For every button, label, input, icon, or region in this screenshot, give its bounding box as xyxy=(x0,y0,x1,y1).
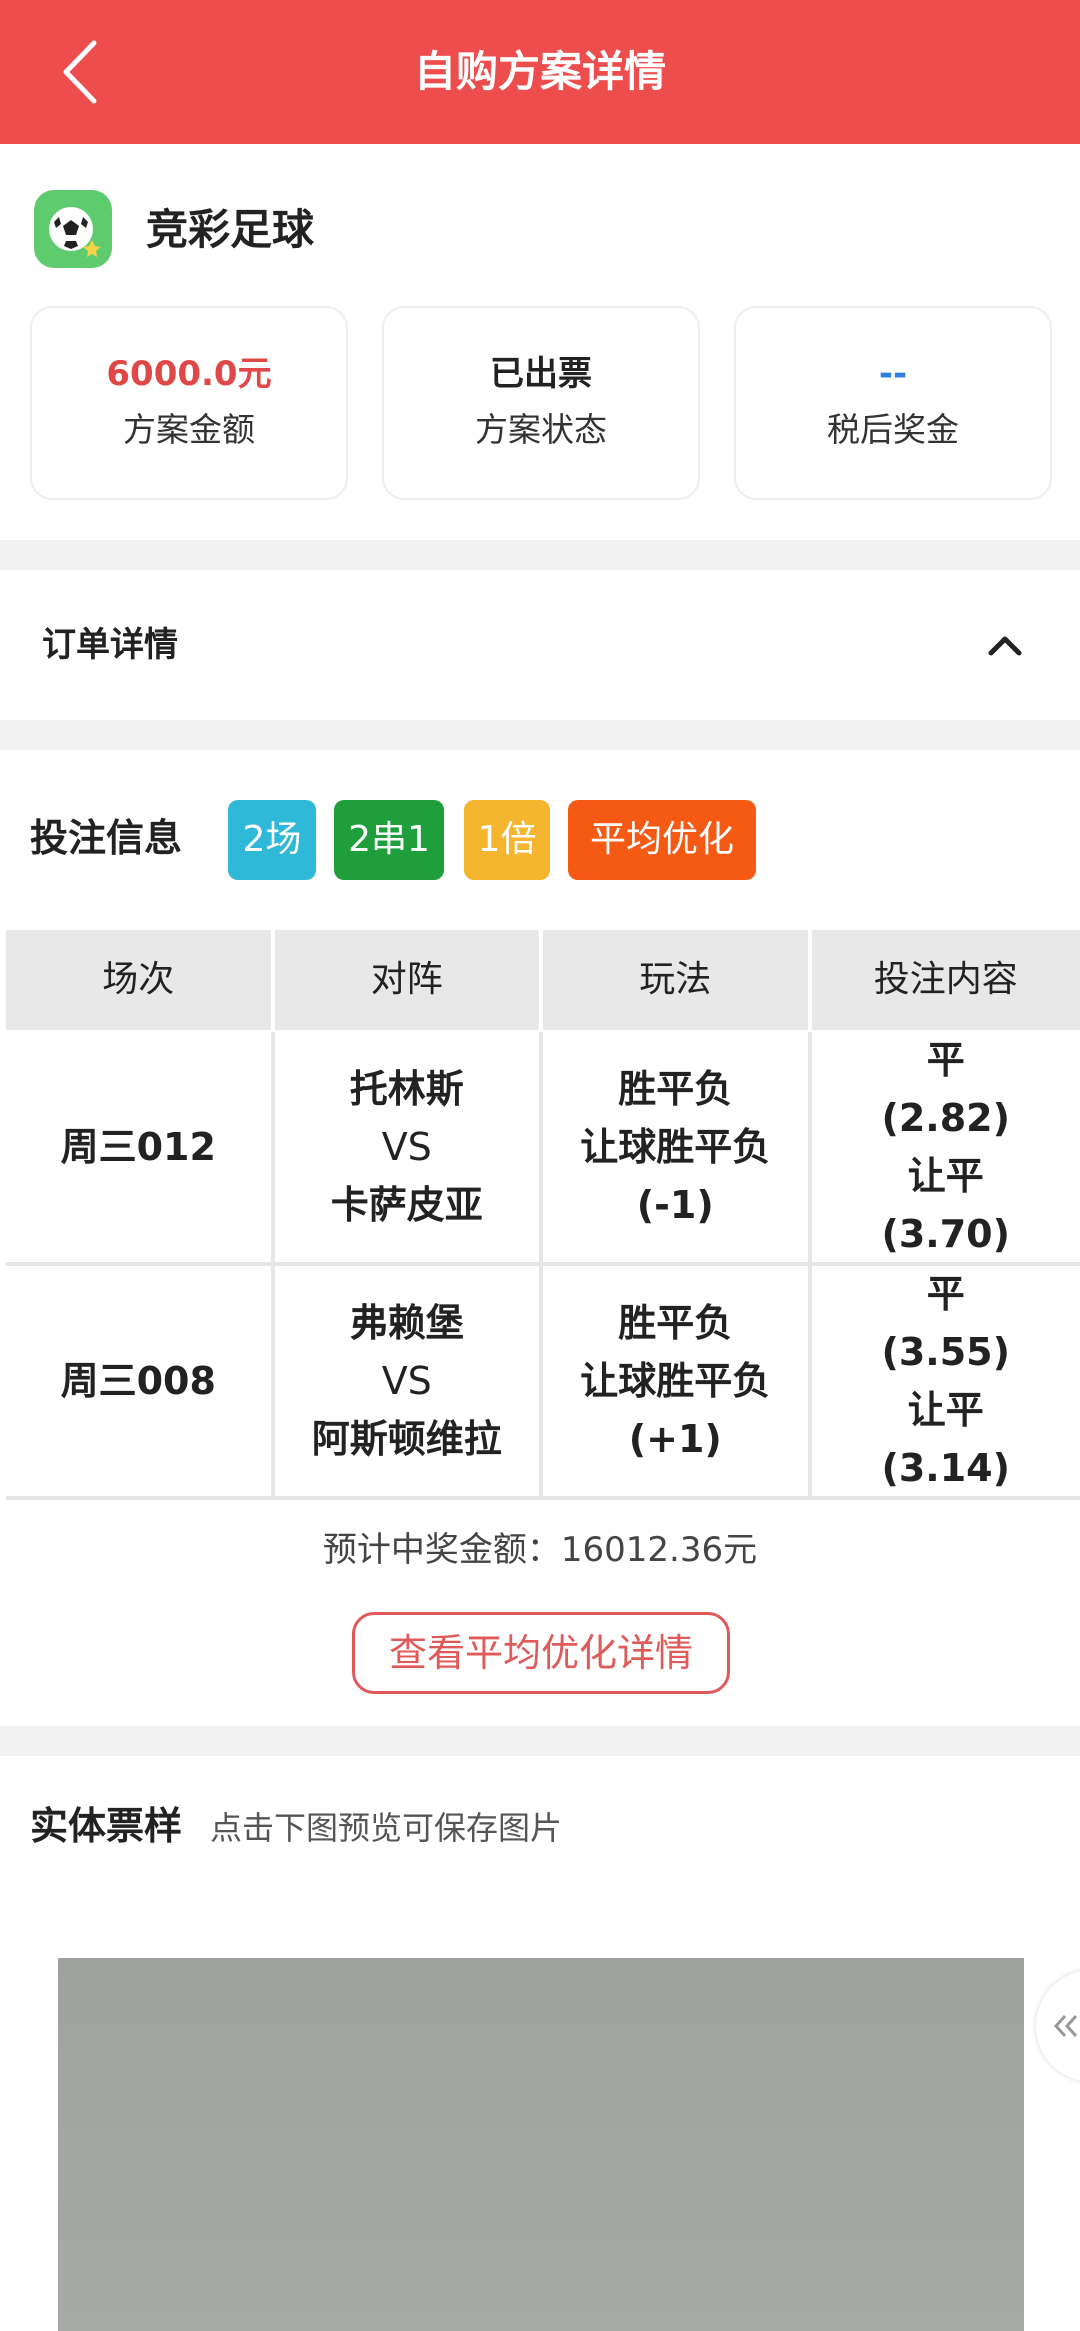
ticket-image[interactable] xyxy=(58,1958,1024,2331)
plan-amount-box: 6000.0元 方案金额 xyxy=(30,306,348,500)
play-type: 胜平负 让球胜平负 (+1) xyxy=(543,1266,812,1496)
plan-status-box: 已出票 方案状态 xyxy=(382,306,700,500)
tag-matches: 2场 xyxy=(228,800,316,880)
after-tax-prize-label: 税后奖金 xyxy=(827,410,959,449)
after-tax-prize-value: -- xyxy=(878,354,908,394)
view-optimization-details-button[interactable]: 查看平均优化详情 xyxy=(352,1612,730,1694)
bet-info-card: 投注信息 2场 2串1 1倍 平均优化 场次 对阵 玩法 投注内容 周三012 … xyxy=(0,750,1080,1726)
match-no: 周三012 xyxy=(6,1032,275,1262)
home-team: 托林斯 xyxy=(349,1067,464,1111)
match-no: 周三008 xyxy=(6,1266,275,1496)
fixture: 托林斯 VS 卡萨皮亚 xyxy=(275,1032,543,1262)
col-play-type: 玩法 xyxy=(543,930,812,1030)
plan-status-label: 方案状态 xyxy=(475,410,607,449)
vs-label: VS xyxy=(381,1125,432,1169)
plan-amount-value: 6000.0元 xyxy=(106,354,272,394)
page-title: 自购方案详情 xyxy=(413,47,666,96)
fixture: 弗赖堡 VS 阿斯顿维拉 xyxy=(275,1266,543,1496)
top-nav-bar: 自购方案详情 xyxy=(0,0,1080,144)
tag-multiple: 1倍 xyxy=(464,800,550,880)
ticket-sample-hint: 点击下图预览可保存图片 xyxy=(210,1809,563,1847)
plan-amount-label: 方案金额 xyxy=(123,410,255,449)
vs-label: VS xyxy=(381,1359,432,1403)
bet-info-title: 投注信息 xyxy=(30,816,183,860)
table-row: 周三008 弗赖堡 VS 阿斯顿维拉 胜平负 让球胜平负 (+1) 平 (3.5… xyxy=(6,1266,1080,1500)
bet-table-header: 场次 对阵 玩法 投注内容 xyxy=(6,930,1080,1030)
bet-content: 平 (3.55) 让平 (3.14) xyxy=(881,1272,1010,1490)
col-fixture: 对阵 xyxy=(275,930,543,1030)
tag-optimization: 平均优化 xyxy=(568,800,756,880)
order-details-toggle[interactable]: 订单详情 xyxy=(0,570,1080,720)
ticket-sample-title: 实体票样 xyxy=(30,1804,183,1848)
ticket-sample-card: 实体票样 点击下图预览可保存图片 xyxy=(0,1756,1080,2331)
away-team: 阿斯顿维拉 xyxy=(311,1417,502,1461)
order-details-title: 订单详情 xyxy=(42,625,178,665)
plan-status-value: 已出票 xyxy=(490,354,592,394)
col-bet-content: 投注内容 xyxy=(873,959,1018,1000)
col-match-no: 场次 xyxy=(6,930,275,1030)
table-row: 周三012 托林斯 VS 卡萨皮亚 胜平负 让球胜平负 (-1) 平 (2.82… xyxy=(6,1032,1080,1266)
after-tax-prize-box: -- 税后奖金 xyxy=(734,306,1052,500)
tag-combo: 2串1 xyxy=(334,800,444,880)
expected-prize: 预计中奖金额：16012.36元 xyxy=(322,1530,758,1570)
bet-content: 平 (2.82) 让平 (3.70) xyxy=(881,1038,1010,1256)
lottery-name: 竞彩足球 xyxy=(146,205,315,254)
football-icon xyxy=(34,190,112,268)
home-team: 弗赖堡 xyxy=(349,1301,464,1345)
play-type: 胜平负 让球胜平负 (-1) xyxy=(543,1032,812,1262)
chevron-up-icon[interactable] xyxy=(980,620,1030,670)
plan-summary-card: 竞彩足球 6000.0元 方案金额 已出票 方案状态 -- 税后奖金 xyxy=(0,144,1080,540)
away-team: 卡萨皮亚 xyxy=(330,1183,483,1227)
